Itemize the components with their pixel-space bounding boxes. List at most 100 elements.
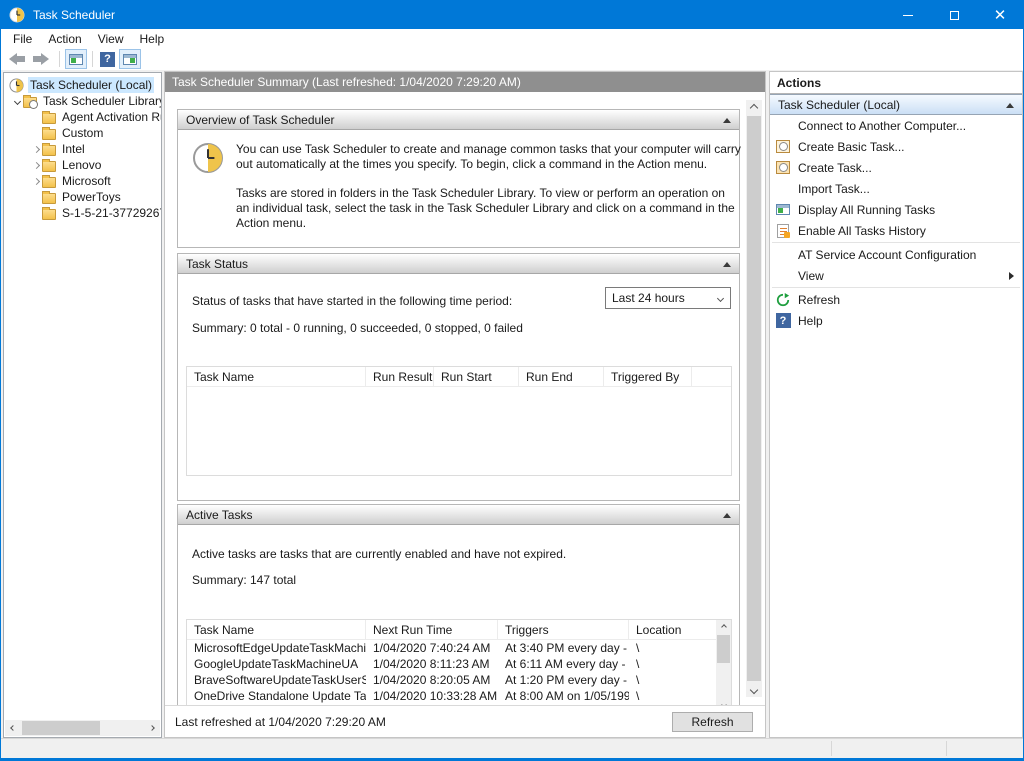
- table-row[interactable]: BraveSoftwareUpdateTaskUserS-1-... 1/04/…: [187, 672, 716, 688]
- action-connect-to-another-computer[interactable]: Connect to Another Computer...: [770, 115, 1022, 136]
- column-header[interactable]: Next Run Time: [366, 620, 498, 639]
- tree-item-label[interactable]: Task Scheduler Library: [41, 93, 161, 109]
- column-header[interactable]: Task Name: [187, 620, 366, 639]
- forward-button[interactable]: [31, 51, 51, 67]
- scroll-right-arrow[interactable]: [144, 720, 160, 736]
- collapse-icon[interactable]: [723, 118, 731, 123]
- actions-panel: Actions Task Scheduler (Local) Connect t…: [769, 71, 1023, 738]
- collapse-icon[interactable]: [723, 262, 731, 267]
- close-icon: ✕: [994, 8, 1007, 23]
- menu-view[interactable]: View: [90, 30, 132, 48]
- location-cell: \: [629, 657, 716, 671]
- action-pane-icon: [123, 54, 137, 65]
- action-create-basic-task[interactable]: Create Basic Task...: [770, 136, 1022, 157]
- column-header[interactable]: Run Result: [366, 367, 434, 386]
- menu-file[interactable]: File: [5, 30, 40, 48]
- expand-collapse-toggle[interactable]: [30, 147, 42, 152]
- action-refresh[interactable]: Refresh: [770, 289, 1022, 310]
- refresh-button[interactable]: Refresh: [672, 712, 753, 732]
- triggers-cell: At 3:40 PM every day - A...: [498, 641, 629, 655]
- task-status-table: Task Name Run Result Run Start Run End T…: [186, 366, 732, 476]
- action-label: View: [798, 269, 824, 283]
- titlebar[interactable]: Task Scheduler ✕: [1, 1, 1023, 29]
- tree-item-agent-activation[interactable]: Agent Activation Runt: [4, 109, 161, 125]
- tree-item-sid-folder[interactable]: S-1-5-21-3772926790-: [4, 205, 161, 221]
- table-row[interactable]: GoogleUpdateTaskMachineUA 1/04/2020 8:11…: [187, 656, 716, 672]
- action-display-all-running-tasks[interactable]: Display All Running Tasks: [770, 199, 1022, 220]
- tree-item-label[interactable]: Agent Activation Runt: [60, 109, 161, 125]
- expand-collapse-toggle[interactable]: [30, 163, 42, 168]
- next-run-time-cell: 1/04/2020 8:11:23 AM: [366, 657, 498, 671]
- action-at-service-account-configuration[interactable]: AT Service Account Configuration: [770, 244, 1022, 265]
- triggers-cell: At 6:11 AM every day - ...: [498, 657, 629, 671]
- scroll-up-arrow[interactable]: [716, 620, 731, 634]
- overview-section-header[interactable]: Overview of Task Scheduler: [178, 110, 739, 130]
- scroll-left-arrow[interactable]: [5, 720, 21, 736]
- summary-vertical-scrollbar[interactable]: [746, 100, 762, 697]
- help-toolbar-button[interactable]: ?: [100, 52, 115, 67]
- column-header[interactable]: Run End: [519, 367, 604, 386]
- minimize-button[interactable]: [885, 1, 931, 29]
- column-header[interactable]: Task Name: [187, 367, 366, 386]
- tree-item-lenovo[interactable]: Lenovo: [4, 157, 161, 173]
- table-row[interactable]: MicrosoftEdgeUpdateTaskMachine... 1/04/2…: [187, 640, 716, 656]
- tree-item-custom[interactable]: Custom: [4, 125, 161, 141]
- scope-tree: Task Scheduler (Local) Task Scheduler Li…: [4, 73, 161, 221]
- action-label: Create Basic Task...: [798, 140, 905, 154]
- time-period-dropdown[interactable]: Last 24 hours: [605, 287, 731, 309]
- location-cell: \: [629, 673, 716, 687]
- menu-action[interactable]: Action: [40, 30, 89, 48]
- help-icon: ?: [776, 313, 791, 328]
- tree-item-label[interactable]: Task Scheduler (Local): [28, 77, 154, 93]
- action-label: Display All Running Tasks: [798, 203, 935, 217]
- actions-section-header[interactable]: Task Scheduler (Local): [770, 94, 1022, 115]
- menu-help[interactable]: Help: [132, 30, 173, 48]
- tree-item-intel[interactable]: Intel: [4, 141, 161, 157]
- tree-horizontal-scrollbar[interactable]: [5, 720, 160, 736]
- tree-item-label[interactable]: Custom: [60, 125, 105, 141]
- task-name-cell: GoogleUpdateTaskMachineUA: [187, 657, 366, 671]
- column-header[interactable]: Triggers: [498, 620, 629, 639]
- tree-item-label[interactable]: Lenovo: [60, 157, 103, 173]
- maximize-button[interactable]: [931, 1, 977, 29]
- tree-item-task-scheduler-library[interactable]: Task Scheduler Library: [4, 93, 161, 109]
- scroll-down-arrow[interactable]: [746, 682, 762, 697]
- summary-panel-header: Task Scheduler Summary (Last refreshed: …: [165, 72, 765, 92]
- toolbar: ?: [1, 48, 1023, 70]
- tree-item-powertoys[interactable]: PowerToys: [4, 189, 161, 205]
- table-vertical-scrollbar[interactable]: [716, 620, 731, 705]
- task-status-section-header[interactable]: Task Status: [178, 254, 739, 274]
- scroll-down-arrow[interactable]: [716, 698, 731, 705]
- active-tasks-section-header[interactable]: Active Tasks: [178, 505, 739, 525]
- tree-item-label[interactable]: S-1-5-21-3772926790-: [60, 205, 161, 221]
- action-help[interactable]: ? Help: [770, 310, 1022, 331]
- tree-item-task-scheduler-local[interactable]: Task Scheduler (Local): [4, 77, 161, 93]
- action-view[interactable]: View: [770, 265, 1022, 286]
- show-action-pane-button[interactable]: [119, 49, 141, 69]
- action-create-task[interactable]: Create Task...: [770, 157, 1022, 178]
- scroll-up-arrow[interactable]: [746, 100, 762, 115]
- collapse-icon[interactable]: [723, 513, 731, 518]
- collapse-icon[interactable]: [1006, 103, 1014, 108]
- scrollbar-thumb[interactable]: [717, 635, 730, 663]
- scrollbar-thumb[interactable]: [747, 116, 761, 681]
- action-import-task[interactable]: Import Task...: [770, 178, 1022, 199]
- show-console-tree-button[interactable]: [65, 49, 87, 69]
- expand-collapse-toggle[interactable]: [11, 99, 23, 104]
- column-header[interactable]: Triggered By: [604, 367, 692, 386]
- scrollbar-thumb[interactable]: [22, 721, 100, 735]
- tree-item-label[interactable]: Microsoft: [60, 173, 113, 189]
- back-button[interactable]: [7, 51, 27, 67]
- expand-collapse-toggle[interactable]: [30, 179, 42, 184]
- tree-item-label[interactable]: PowerToys: [60, 189, 123, 205]
- column-header[interactable]: Run Start: [434, 367, 519, 386]
- tree-item-label[interactable]: Intel: [60, 141, 87, 157]
- refresh-icon: [776, 293, 790, 307]
- action-enable-all-tasks-history[interactable]: Enable All Tasks History: [770, 220, 1022, 241]
- overview-section-body: You can use Task Scheduler to create and…: [178, 130, 739, 247]
- close-button[interactable]: ✕: [977, 1, 1023, 29]
- summary-footer: Last refreshed at 1/04/2020 7:29:20 AM R…: [165, 705, 765, 737]
- tree-item-microsoft[interactable]: Microsoft: [4, 173, 161, 189]
- column-header[interactable]: Location: [629, 620, 716, 639]
- table-row[interactable]: OneDrive Standalone Update Task-... 1/04…: [187, 688, 716, 704]
